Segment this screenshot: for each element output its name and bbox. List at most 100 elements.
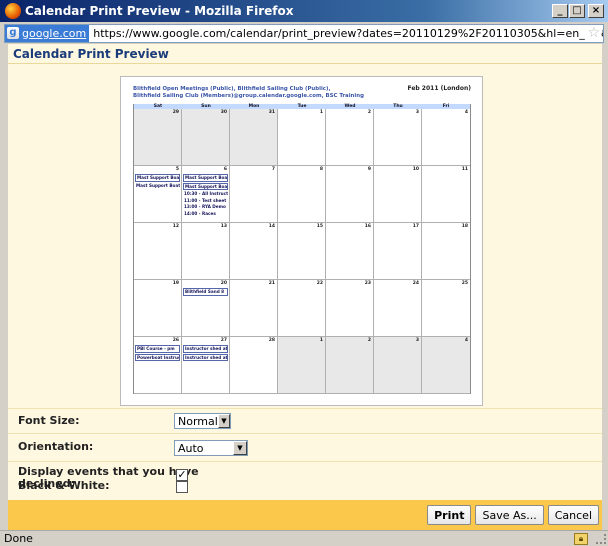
black-white-checkbox[interactable] [176, 481, 188, 493]
calendar-event: 10:30 - All Instructors [184, 191, 228, 196]
day-cell: 17 [374, 223, 422, 280]
status-text: Done [4, 532, 33, 545]
day-number: 12 [172, 224, 179, 229]
day-cell: 18 [422, 223, 470, 280]
calendar-event: Instructor shed at [183, 345, 228, 353]
day-cell: 2 [326, 337, 374, 394]
day-cell: 21 [230, 280, 278, 337]
cancel-button[interactable]: Cancel [547, 505, 599, 525]
calendar-event: Mast Support Boat [136, 182, 180, 188]
week-row: 12 13 14 15 16 17 18 [134, 223, 470, 280]
day-cell: 7 [230, 166, 278, 223]
url-text[interactable]: https://www.google.com/calendar/print_pr… [89, 27, 603, 40]
day-cell: 4 [422, 337, 470, 394]
window-title: Calendar Print Preview - Mozilla Firefox [25, 4, 294, 18]
day-cell: 12 [134, 223, 182, 280]
orientation-select[interactable]: Auto ▼ [174, 440, 248, 456]
day-number: 22 [316, 281, 323, 286]
day-cell: 25 [422, 280, 470, 337]
day-cell: 10 [374, 166, 422, 223]
window-title-bar: Calendar Print Preview - Mozilla Firefox… [0, 0, 608, 22]
day-number: 18 [461, 224, 468, 229]
day-cell: 14 [230, 223, 278, 280]
maximize-icon[interactable]: □ [569, 4, 585, 18]
event-list: Mast Support Boat Mast Support Boat [135, 174, 180, 189]
day-number: 20 [220, 281, 227, 286]
day-cell: 29 [134, 109, 182, 166]
calendar-event: Mast Support Boat [135, 174, 180, 182]
font-size-row: Font Size: Normal ▼ [8, 408, 602, 433]
day-number: 7 [271, 167, 275, 172]
day-number: 4 [464, 338, 468, 343]
bookmark-star-icon[interactable]: ☆ [585, 25, 600, 41]
chevron-down-icon: ▼ [233, 441, 247, 455]
day-number: 19 [172, 281, 179, 286]
address-bar-container: g google.com https://www.google.com/cale… [0, 22, 608, 44]
action-bar: Print Save As... Cancel [8, 500, 602, 530]
day-number: 28 [268, 338, 275, 343]
day-number: 1 [319, 110, 323, 115]
event-list: Blithfield Sand 8 [183, 288, 228, 297]
day-number: 3 [415, 338, 419, 343]
calendar-event: Blithfield Sand 8 [183, 288, 228, 296]
day-number: 13 [220, 224, 227, 229]
orientation-label: Orientation: [18, 440, 94, 453]
day-cell: 26 PBI Course - pmPowerboat Instructor [134, 337, 182, 394]
close-icon[interactable]: × [588, 4, 604, 18]
day-cell: 24 [374, 280, 422, 337]
calendar-names-line2: Blithfield Sailing Club (Members)@group.… [133, 92, 364, 99]
font-size-select[interactable]: Normal ▼ [174, 413, 231, 429]
firefox-icon [5, 3, 21, 19]
day-number: 29 [172, 110, 179, 115]
save-as-button[interactable]: Save As... [475, 505, 544, 525]
day-number: 3 [415, 110, 419, 115]
day-cell: 28 [230, 337, 278, 394]
site-identity-button[interactable]: g google.com [5, 24, 90, 42]
address-bar[interactable]: g google.com https://www.google.com/cale… [4, 23, 604, 43]
day-number: 4 [464, 110, 468, 115]
black-white-row: Black & White: [8, 471, 602, 500]
day-cell: 9 [326, 166, 374, 223]
orientation-row: Orientation: Auto ▼ [8, 433, 602, 461]
day-number: 11 [461, 167, 468, 172]
day-cell: 2 [326, 109, 374, 166]
day-number: 15 [316, 224, 323, 229]
day-number: 16 [364, 224, 371, 229]
padlock-icon[interactable]: 🔒︎ [574, 532, 588, 545]
day-cell: 1 [278, 337, 326, 394]
day-number: 21 [268, 281, 275, 286]
calendar-event: PBI Course - pm [135, 345, 180, 353]
calendar-event: Powerboat Instructor [135, 353, 180, 361]
google-favicon-icon: g [7, 27, 19, 39]
resize-grip-icon[interactable] [596, 533, 606, 544]
day-cell: 4 [422, 109, 470, 166]
day-number: 5 [175, 167, 179, 172]
minimize-icon[interactable]: _ [552, 4, 568, 18]
calendar-event: Mast Support Boat [183, 182, 228, 190]
day-number: 10 [412, 167, 419, 172]
day-cell: 27 Instructor shed at Instructor shed at [182, 337, 230, 394]
chevron-down-icon: ▼ [217, 414, 230, 428]
day-cell: 31 [230, 109, 278, 166]
font-size-label: Font Size: [18, 414, 80, 427]
day-number: 31 [268, 110, 275, 115]
week-row: 19 20 Blithfield Sand 8 21 22 23 24 25 [134, 280, 470, 337]
site-identity-label: google.com [22, 26, 87, 40]
month-title: Feb 2011 (London) [407, 85, 472, 92]
status-bar: Done 🔒︎ [0, 530, 608, 546]
page-title: Calendar Print Preview [8, 44, 602, 64]
event-list: PBI Course - pmPowerboat Instructor [135, 345, 180, 362]
day-cell: 15 [278, 223, 326, 280]
month-grid: Sat Sun Mon Tue Wed Thu Fri 29 30 31 1 2 3 4 5 Mast Su… [133, 104, 471, 394]
day-cell: 23 [326, 280, 374, 337]
day-cell: 11 [422, 166, 470, 223]
day-cell: 6 Mast Support Boat Mast Support Boat 10:30… [182, 166, 230, 223]
orientation-value: Auto [178, 441, 204, 455]
day-number: 23 [364, 281, 371, 286]
black-white-label: Black & White: [18, 479, 110, 492]
font-size-value: Normal [178, 414, 218, 428]
day-cell: 22 [278, 280, 326, 337]
day-number: 14 [268, 224, 275, 229]
calendar-event: 14:00 - Races [184, 210, 216, 216]
print-button[interactable]: Print [427, 505, 472, 525]
